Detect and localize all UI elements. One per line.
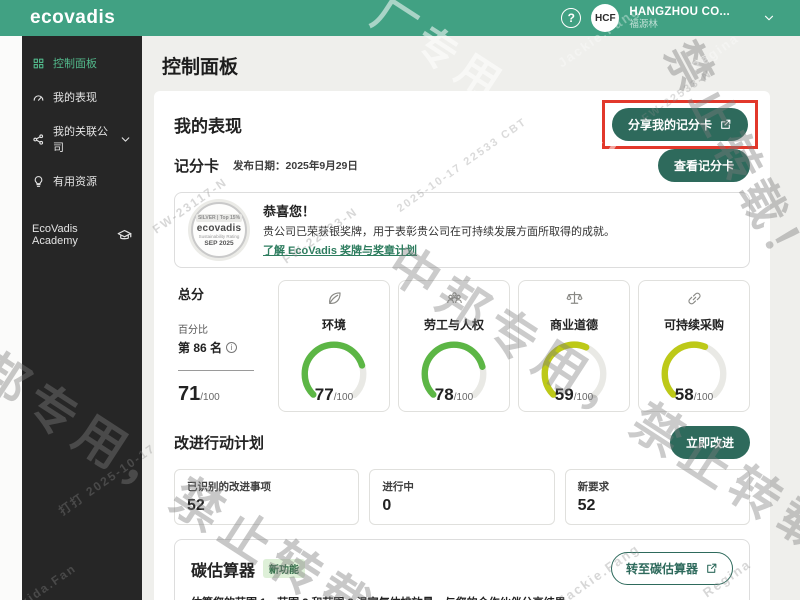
category-card-sustainable-procurement: 可持续采购 58/100 <box>638 280 750 412</box>
performance-title: 我的表现 <box>174 112 242 137</box>
red-annotation-box: 分享我的记分卡 <box>602 100 758 149</box>
scales-icon <box>525 289 623 313</box>
total-score-column: 总分 百分比 第 86 名 i 71/100 <box>174 280 270 412</box>
silver-medal-badge: SILVER | Top 15% ecovadis Sustainability… <box>191 202 247 258</box>
company-name: HANGZHOU CO... <box>629 5 730 19</box>
network-icon <box>32 133 45 146</box>
medal-subtitle: Sustainability Rating <box>199 234 240 239</box>
sidebar: 控制面板 我的表现 我的关联公司 有用资源 EcoVadis Academy <box>22 36 142 600</box>
stat-card-new-requests: 新要求 52 <box>565 469 750 525</box>
performance-panel: 我的表现 分享我的记分卡 记分卡 发布日期：2025年9月29日 查看记分卡 S… <box>154 91 770 600</box>
new-feature-badge: 新功能 <box>263 559 305 578</box>
chain-link-icon <box>645 289 743 313</box>
published-date: 发布日期：2025年9月29日 <box>233 158 358 173</box>
sidebar-item-dashboard[interactable]: 控制面板 <box>22 46 142 80</box>
stat-value: 52 <box>578 497 737 515</box>
info-icon[interactable]: i <box>226 342 237 353</box>
category-score: 59 <box>555 385 574 404</box>
graduation-cap-icon <box>117 228 132 243</box>
percentile-rank: 第 86 名 <box>178 339 222 356</box>
medal-tier: SILVER | Top 15% <box>196 214 242 222</box>
medal-box: SILVER | Top 15% ecovadis Sustainability… <box>174 192 750 268</box>
medal-program-link[interactable]: 了解 EcoVadis 奖牌与奖章计划 <box>263 242 417 258</box>
sidebar-item-label: 我的关联公司 <box>53 123 111 155</box>
external-link-icon <box>705 562 718 575</box>
share-export-icon <box>719 118 732 131</box>
go-to-carbon-estimator-button[interactable]: 转至碳估算器 <box>611 552 733 585</box>
sidebar-item-label: EcoVadis Academy <box>32 223 109 247</box>
stat-label: 进行中 <box>382 479 541 494</box>
carbon-estimator-title: 碳估算器 <box>191 557 255 581</box>
grid-icon <box>32 57 45 70</box>
stat-value: 0 <box>382 497 541 515</box>
stat-label: 已识别的改进事项 <box>187 479 346 494</box>
page-title: 控制面板 <box>162 52 770 79</box>
main-content: 控制面板 我的表现 分享我的记分卡 记分卡 发布日期：2025年9月29日 查看… <box>142 36 800 600</box>
category-score: 78 <box>435 385 454 404</box>
people-icon <box>405 289 503 313</box>
user-name: 福源林 <box>629 19 730 31</box>
sidebar-item-affiliated-companies[interactable]: 我的关联公司 <box>22 114 142 164</box>
scores-section: 总分 百分比 第 86 名 i 71/100 环境 <box>174 280 750 412</box>
category-card-labor-human-rights: 劳工与人权 78/100 <box>398 280 510 412</box>
category-score: 77 <box>315 385 334 404</box>
improvement-plan-title: 改进行动计划 <box>174 432 264 453</box>
carbon-estimator-section: 碳估算器 新功能 转至碳估算器 估算您的范围 1、范围 2 和范围 3 温室气体… <box>174 539 750 600</box>
score-gauge: 78/100 <box>408 341 500 405</box>
category-label: 环境 <box>285 316 383 333</box>
avatar[interactable]: HCF <box>591 4 619 32</box>
score-gauge: 59/100 <box>528 341 620 405</box>
sidebar-item-useful-resources[interactable]: 有用资源 <box>22 164 142 198</box>
account-menu[interactable]: HANGZHOU CO... 福源林 <box>629 5 730 31</box>
lightbulb-icon <box>32 175 45 188</box>
left-gutter <box>0 36 22 600</box>
view-scorecard-button[interactable]: 查看记分卡 <box>658 149 750 182</box>
stat-label: 新要求 <box>578 479 737 494</box>
score-gauge: 77/100 <box>288 341 380 405</box>
divider <box>178 370 254 371</box>
share-scorecard-button[interactable]: 分享我的记分卡 <box>612 108 748 141</box>
ecovadis-logo: ecovadis <box>30 7 115 29</box>
medal-logo: ecovadis <box>197 223 241 234</box>
total-score-value: 71 <box>178 383 200 405</box>
carbon-description: 估算您的范围 1、范围 2 和范围 3 温室气体排放量。与您的合作伙伴分享结果。 <box>191 594 733 600</box>
category-card-environment: 环境 77/100 <box>278 280 390 412</box>
medal-date: SEP 2025 <box>204 240 233 247</box>
sidebar-item-label: 我的表现 <box>53 89 97 105</box>
chevron-down-icon[interactable] <box>762 11 776 25</box>
top-app-bar: ecovadis ? HCF HANGZHOU CO... 福源林 <box>0 0 800 36</box>
category-card-business-ethics: 商业道德 59/100 <box>518 280 630 412</box>
sidebar-item-ecovadis-academy[interactable]: EcoVadis Academy <box>22 214 142 256</box>
sidebar-item-label: 控制面板 <box>53 55 97 71</box>
gauge-icon <box>32 91 45 104</box>
total-score-label: 总分 <box>178 284 266 303</box>
percentile-label: 百分比 <box>178 321 266 336</box>
sidebar-item-label: 有用资源 <box>53 173 97 189</box>
category-label: 劳工与人权 <box>405 316 503 333</box>
help-icon[interactable]: ? <box>561 8 581 28</box>
chevron-down-icon <box>119 133 132 146</box>
stat-card-in-progress: 进行中 0 <box>369 469 554 525</box>
congrats-title: 恭喜您！ <box>263 201 615 220</box>
stat-value: 52 <box>187 497 346 515</box>
category-label: 可持续采购 <box>645 316 743 333</box>
score-gauge: 58/100 <box>648 341 740 405</box>
category-score: 58 <box>675 385 694 404</box>
stat-card-identified: 已识别的改进事项 52 <box>174 469 359 525</box>
scorecard-title: 记分卡 <box>174 155 219 176</box>
medal-message: 贵公司已荣获银奖牌，用于表彰贵公司在可持续发展方面所取得的成就。 <box>263 223 615 239</box>
improve-now-button[interactable]: 立即改进 <box>670 426 750 459</box>
sidebar-item-my-performance[interactable]: 我的表现 <box>22 80 142 114</box>
leaf-icon <box>285 289 383 313</box>
category-label: 商业道德 <box>525 316 623 333</box>
